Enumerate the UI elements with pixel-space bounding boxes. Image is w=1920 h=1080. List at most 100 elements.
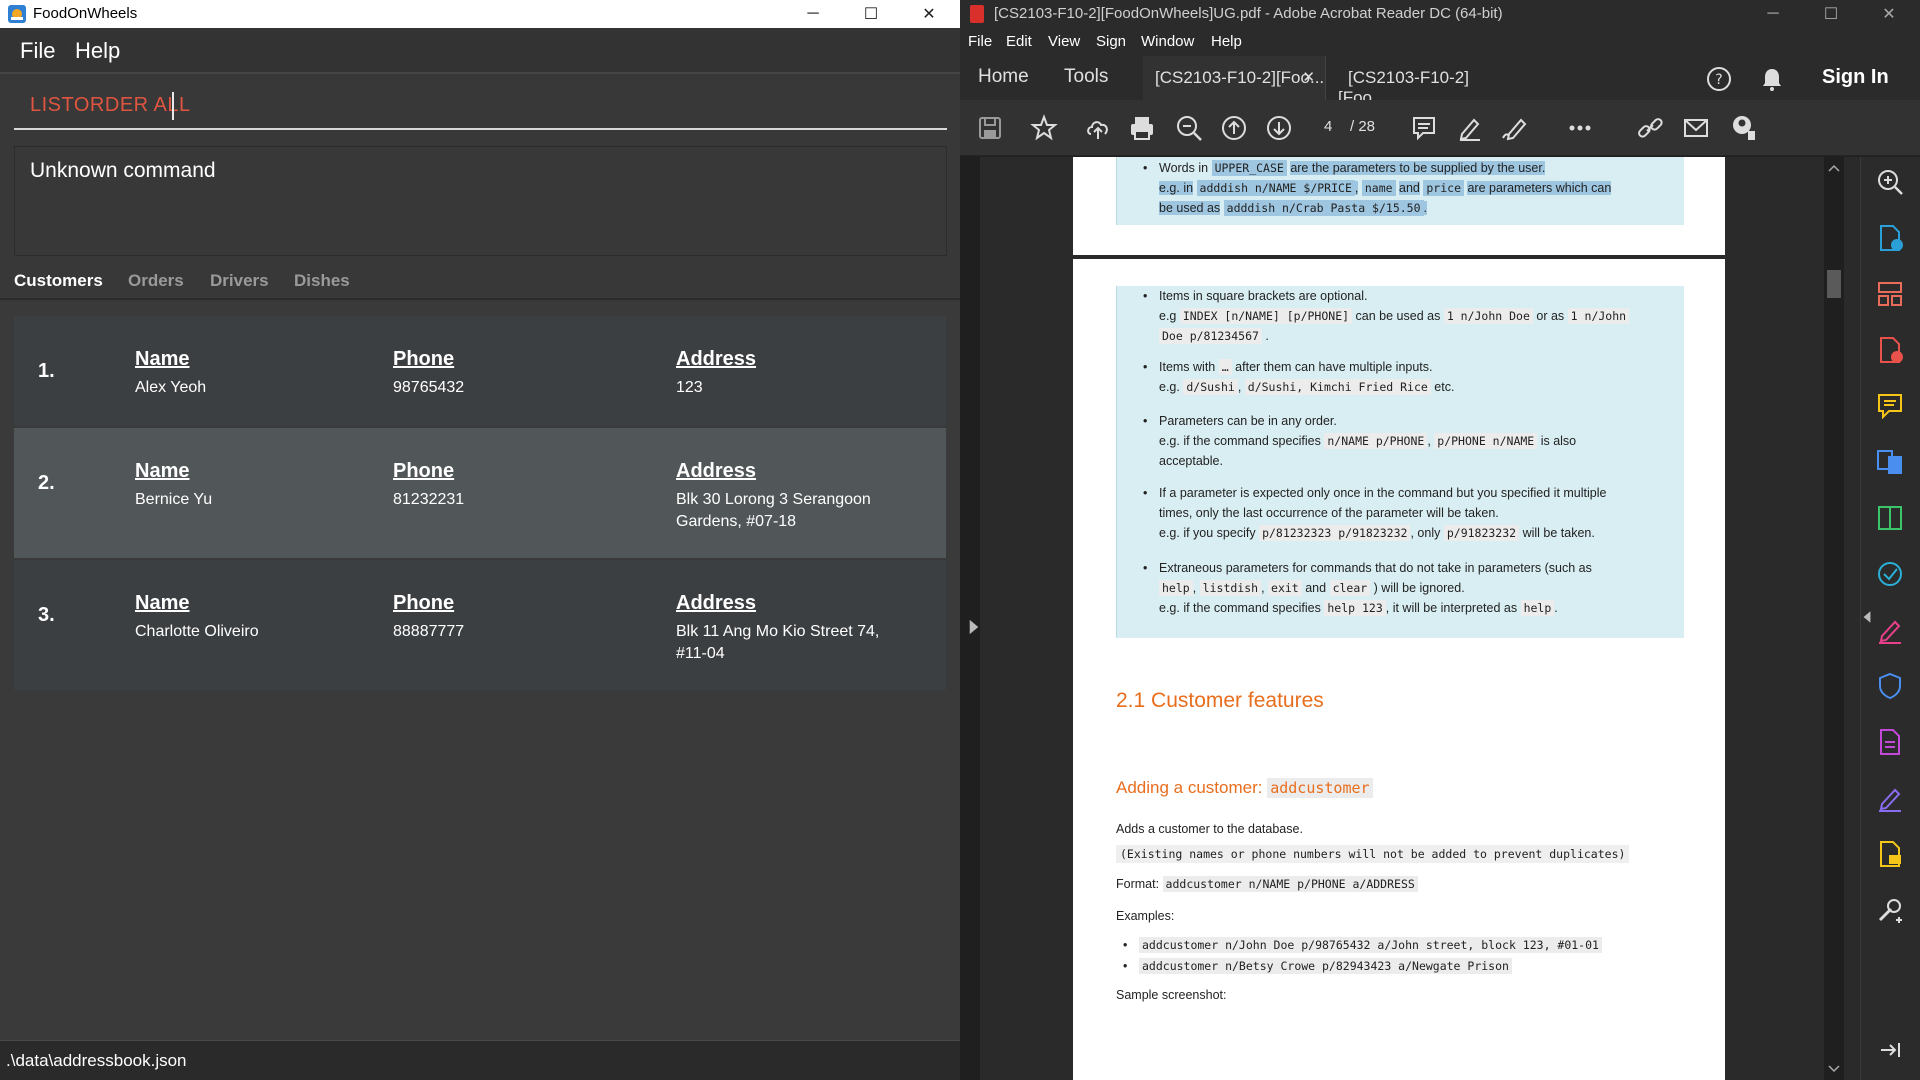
scroll-down-icon[interactable] [1824,1062,1844,1076]
customer-card[interactable]: 1. Name Alex Yeoh Phone 98765432 Address… [14,316,946,426]
customer-phone: 98765432 [393,379,465,396]
phone-label: Phone [393,460,455,482]
more-icon[interactable] [1566,114,1594,142]
close-icon[interactable]: ✕ [1860,0,1918,28]
menu-window[interactable]: Window [1141,33,1194,50]
tab-close-icon[interactable]: ✕ [1302,68,1315,86]
menubar: File Help [0,28,960,74]
customer-name: Alex Yeoh [135,379,207,396]
user-share-icon[interactable] [1728,114,1756,142]
page-number-input[interactable]: 4 [1324,118,1332,135]
document-viewport[interactable]: Words in UPPER_CASE are the parameters t… [960,157,1860,1080]
tab-orders[interactable]: Orders [128,271,184,291]
vertical-scrollbar[interactable] [1824,157,1844,1080]
email-icon[interactable] [1682,114,1710,142]
name-label: Name [135,348,190,370]
zoom-out-icon[interactable] [1175,114,1203,142]
menu-file[interactable]: File [968,33,992,50]
pdf-page: Items in square brackets are optional. e… [1073,259,1725,1080]
sign-pen-icon[interactable] [1501,114,1529,142]
upload-cloud-icon[interactable] [1084,114,1112,142]
customer-address: 123 [676,379,703,396]
address-label: Address [676,348,757,370]
menu-file[interactable]: File [20,38,55,64]
bell-icon[interactable] [1760,66,1784,92]
data-file-path: .\data\addressbook.json [6,1051,187,1070]
pdf-page: Words in UPPER_CASE are the parameters t… [1073,157,1725,255]
menu-help[interactable]: Help [1211,33,1242,50]
result-text: Unknown command [30,159,216,182]
customer-name: Charlotte Oliveiro [135,623,259,640]
request-signature-icon[interactable] [1875,783,1905,813]
menubar: File Edit View Sign Window Help [960,28,1920,56]
customer-address-line1: Blk 30 Lorong 3 Serangoon [676,491,871,508]
section-heading: 2.1 Customer features [1116,689,1324,712]
fill-sign-icon[interactable] [1875,615,1905,645]
tab-customers[interactable]: Customers [14,271,103,291]
example-item: addcustomer n/John Doe p/98765432 a/John… [1123,935,1699,955]
stamp-icon[interactable] [1875,839,1905,869]
menu-view[interactable]: View [1048,33,1080,50]
nav-home[interactable]: Home [978,66,1029,88]
doc-tab[interactable]: [CS2103-F10-2][Foo... [1325,56,1501,107]
maximize-icon[interactable]: ☐ [842,0,900,28]
name-label: Name [135,460,190,482]
page-down-icon[interactable] [1265,114,1293,142]
example-item: addcustomer n/Betsy Crowe p/82943423 a/N… [1123,956,1699,976]
organize-pages-icon[interactable] [1875,279,1905,309]
collapse-pane-icon[interactable] [1875,1035,1905,1065]
examples-label: Examples: [1116,909,1175,923]
note-box: Items in square brackets are optional. e… [1116,286,1684,638]
left-titlebar: FoodOnWheels ─ ☐ ✕ [0,0,960,28]
doc-tab-active[interactable]: [CS2103-F10-2][Foo... ✕ [1143,56,1325,100]
phone-label: Phone [393,592,455,614]
comment-icon[interactable] [1410,114,1438,142]
prepare-form-icon[interactable] [1875,727,1905,757]
scrollbar-thumb[interactable] [1827,270,1841,298]
star-icon[interactable] [1030,114,1058,142]
minimize-icon[interactable]: ─ [784,0,842,28]
expand-arrow-icon[interactable] [964,617,984,637]
collapse-arrow-icon[interactable] [1859,609,1875,625]
nav-tools[interactable]: Tools [1064,66,1108,88]
name-label: Name [135,592,190,614]
menu-help[interactable]: Help [75,38,120,64]
customer-address-line2: Gardens, #07-18 [676,513,797,530]
send-track-icon[interactable] [1875,559,1905,589]
maximize-icon[interactable]: ☐ [1802,0,1860,28]
save-icon[interactable] [976,114,1004,142]
protect-shield-icon[interactable] [1875,671,1905,701]
more-tools-icon[interactable] [1875,895,1905,925]
print-icon[interactable] [1128,114,1156,142]
combine-files-icon[interactable] [1875,447,1905,477]
help-icon[interactable]: ? [1706,66,1732,92]
share-link-icon[interactable] [1636,114,1664,142]
customer-card[interactable]: 2. Name Bernice Yu Phone 81232231 Addres… [14,428,946,558]
comment-tool-icon[interactable] [1875,391,1905,421]
menu-edit[interactable]: Edit [1006,33,1032,50]
note-bullet: If a parameter is expected only once in … [1143,483,1669,543]
page-up-icon[interactable] [1220,114,1248,142]
close-icon[interactable]: ✕ [900,0,958,28]
window-title: FoodOnWheels [33,5,138,22]
compress-icon[interactable] [1875,503,1905,533]
left-panel-toggle[interactable] [960,157,980,1080]
highlight-icon[interactable] [1456,114,1484,142]
search-zoom-icon[interactable] [1875,167,1905,197]
scroll-up-icon[interactable] [1824,161,1844,175]
note-bullet: Items in square brackets are optional. e… [1143,286,1669,346]
export-pdf-icon[interactable] [1875,223,1905,253]
card-index: 1. [38,360,55,382]
note-box: Words in UPPER_CASE are the parameters t… [1116,157,1684,225]
tab-drivers[interactable]: Drivers [210,271,269,291]
app-icon [8,5,26,23]
command-input[interactable]: LISTORDER ALL [14,84,947,130]
window-title: [CS2103-F10-2][FoodOnWheels]UG.pdf - Ado… [994,5,1503,22]
tab-bar: Home Tools [CS2103-F10-2][Foo... ✕ [CS21… [960,56,1920,107]
minimize-icon[interactable]: ─ [1744,0,1802,28]
customer-card[interactable]: 3. Name Charlotte Oliveiro Phone 8888777… [14,560,946,690]
tab-dishes[interactable]: Dishes [294,271,350,291]
menu-sign[interactable]: Sign [1096,33,1126,50]
create-pdf-icon[interactable] [1875,335,1905,365]
sign-in-button[interactable]: Sign In [1822,66,1889,89]
